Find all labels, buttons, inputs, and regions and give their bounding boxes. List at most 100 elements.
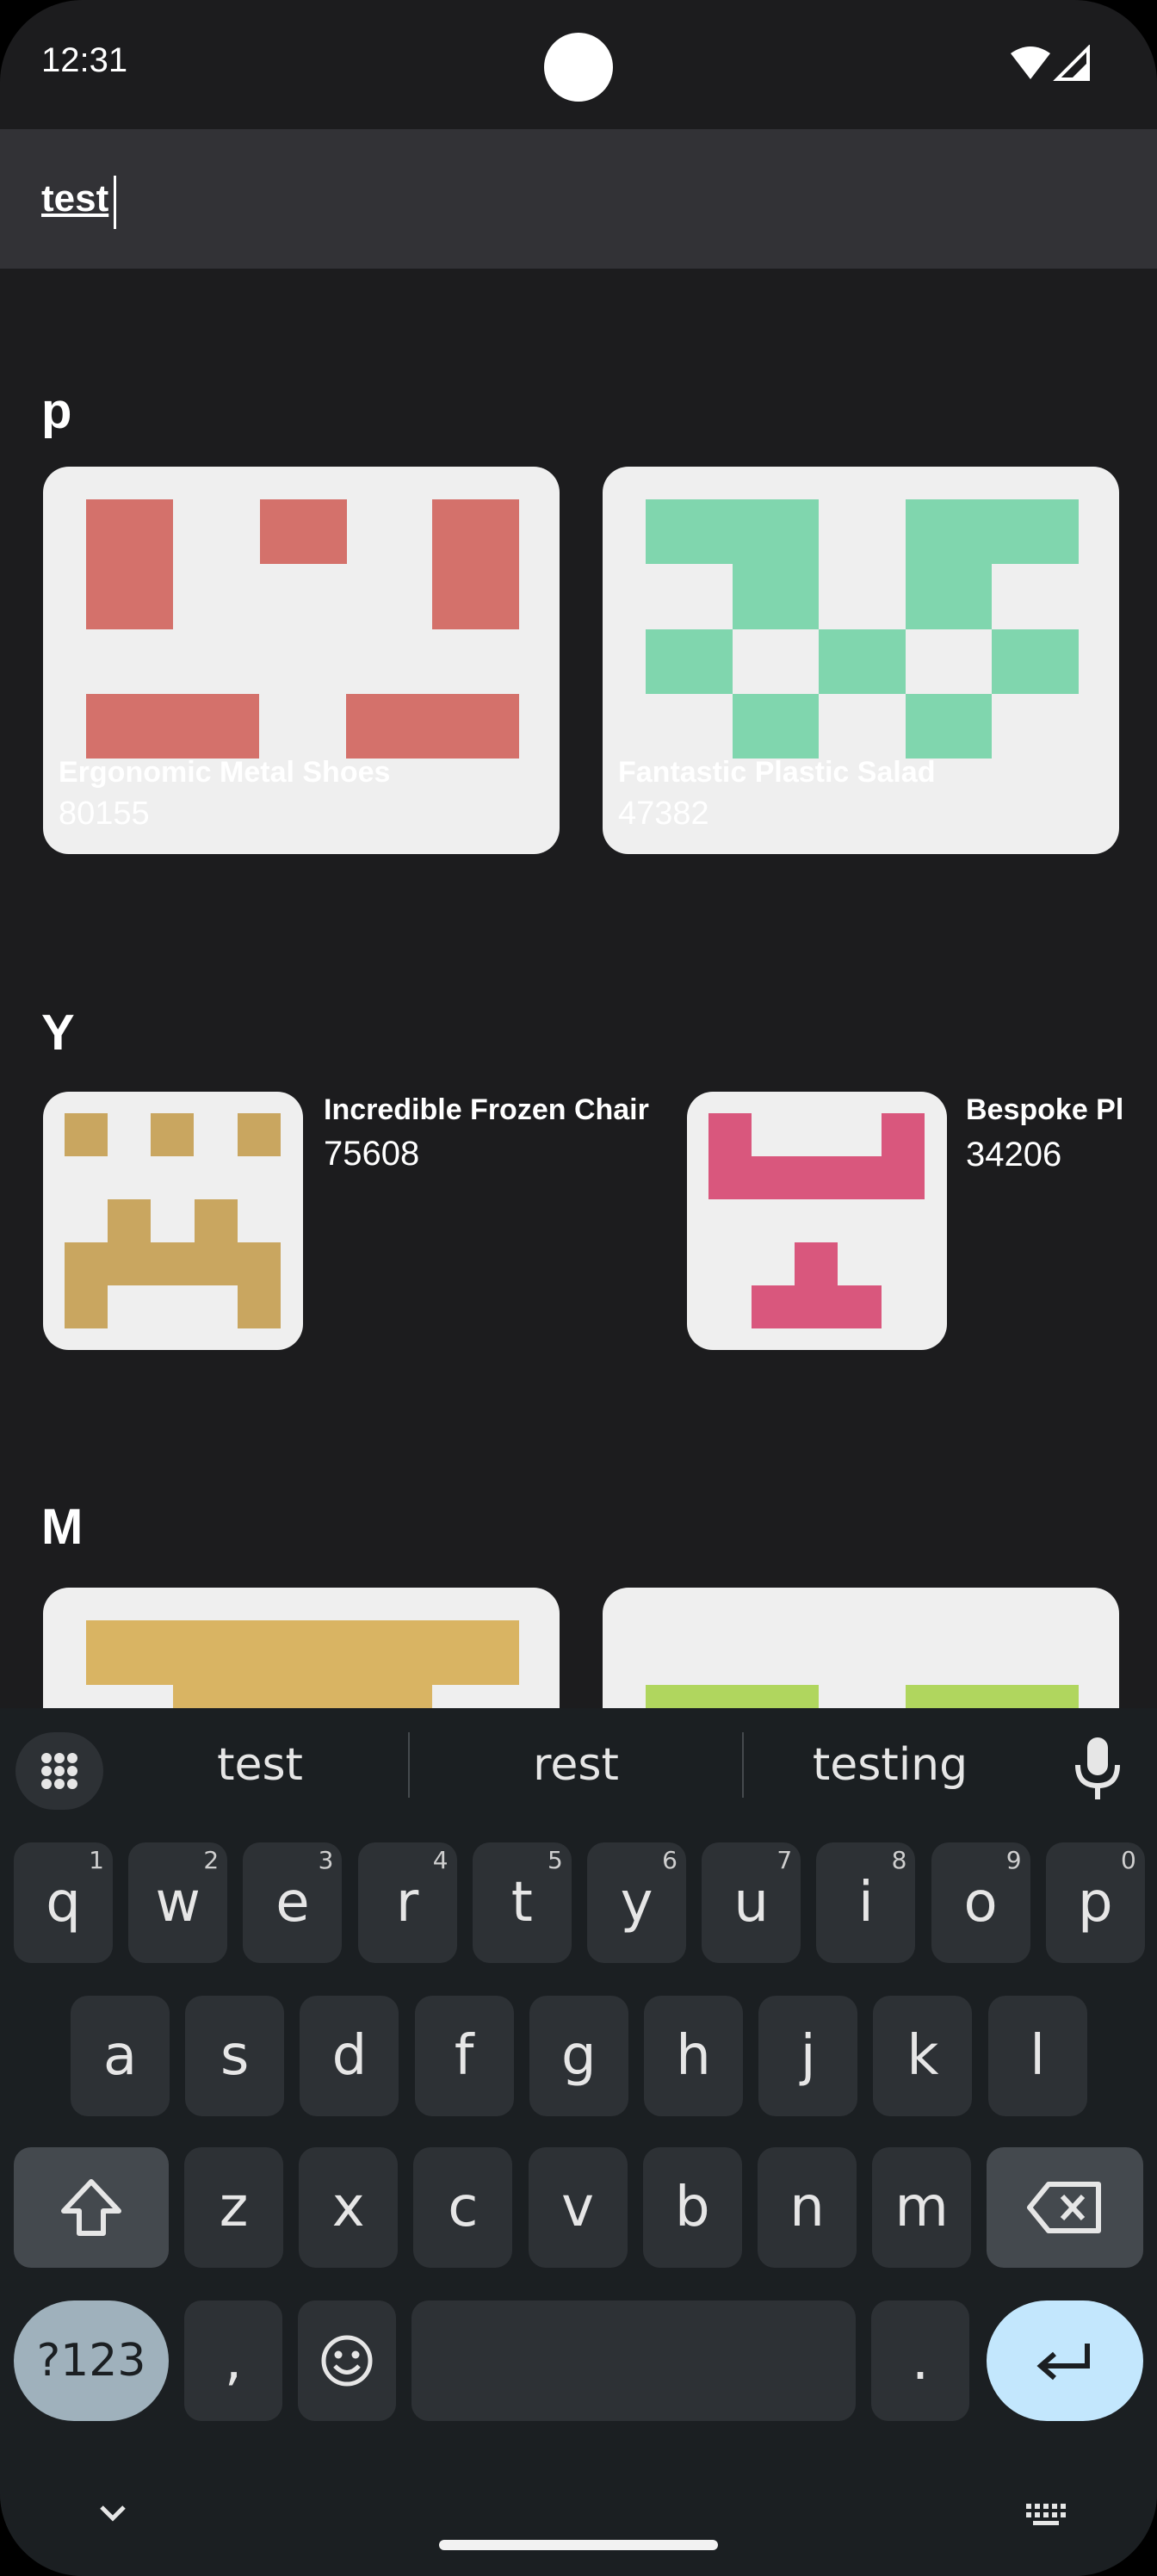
key-e[interactable]: e3 [243,1842,343,1963]
key-q[interactable]: q1 [14,1842,113,1963]
section-label: Y [41,1005,75,1061]
suggestion-1[interactable]: test [112,1731,408,1799]
key-i-label: i [858,1871,874,1935]
key-k[interactable]: k [873,1996,973,2116]
key-t-label: t [510,1871,533,1935]
key-h-label: h [676,2024,711,2088]
key-e-label: e [275,1871,310,1935]
key-x[interactable]: x [299,2147,399,2268]
key-j-label: j [800,2024,816,2088]
key-j[interactable]: j [758,1996,858,2116]
product-number: 34206 [966,1136,1062,1173]
key-b[interactable]: b [642,2147,742,2268]
product-number: 75608 [324,1135,420,1173]
key-n[interactable]: n [758,2147,857,2268]
key-y-hint: 6 [662,1846,677,1874]
key-d[interactable]: d [300,1996,399,2116]
key-o[interactable]: o9 [931,1842,1030,1963]
key-p-label: p [1077,1871,1113,1935]
camera-cutout [544,33,613,102]
key-b-label: b [674,2176,710,2239]
product-image [708,1113,925,1328]
suggestion-2[interactable]: rest [410,1731,742,1799]
search-input[interactable]: test [41,177,108,220]
wifi-icon [1011,46,1050,79]
key-q-hint: 1 [89,1846,104,1874]
status-time: 12:31 [41,41,128,79]
key-z[interactable]: z [184,2147,283,2268]
key-p[interactable]: p0 [1045,1842,1145,1963]
product-name: Bespoke Pl [966,1093,1124,1126]
product-image [65,1113,281,1328]
keyboard-menu-button[interactable] [15,1732,103,1810]
key-i[interactable]: i8 [816,1842,916,1963]
key-v[interactable]: v [528,2147,628,2268]
key-x-label: x [331,2176,365,2239]
key-u-label: u [733,1871,769,1935]
product-thumbnail[interactable] [43,1092,303,1350]
product-name: Ergonomic Metal Shoes [59,756,391,789]
key-h[interactable]: h [644,1996,743,2116]
key-w-label: w [155,1871,201,1935]
key-k-label: k [906,2024,939,2088]
product-number: 47382 [618,796,709,832]
key-c[interactable]: c [413,2147,513,2268]
product-info-clipped: Bespoke Pl 34206 [966,1093,1157,1197]
home-indicator[interactable] [439,2540,718,2550]
hide-keyboard-icon[interactable] [91,2497,134,2531]
key-s-label: s [220,2024,250,2088]
enter-icon [1036,2344,1090,2381]
key-a[interactable]: a [71,1996,170,2116]
suggestion-3[interactable]: testing [744,1731,1036,1799]
key-q-label: q [46,1871,81,1935]
section-label: M [41,1499,84,1555]
space-bar[interactable] [411,2300,856,2421]
key-s[interactable]: s [185,1996,285,2116]
key-r[interactable]: r4 [357,1842,457,1963]
product-card[interactable]: Ergonomic Metal Shoes 80155 [43,467,560,854]
key-a-label: a [102,2024,138,2088]
keyboard [0,1708,1157,2576]
key-l-label: l [1030,2024,1045,2088]
key-g[interactable]: g [529,1996,628,2116]
apps-grid-icon [41,1753,77,1789]
key-w-hint: 2 [203,1846,220,1874]
key-y[interactable]: y6 [587,1842,686,1963]
emoji-key[interactable] [298,2300,396,2421]
comma-key[interactable]: , [184,2300,282,2421]
symbols-key[interactable]: ?123 [14,2300,169,2421]
text-caret [114,176,116,229]
key-m[interactable]: m [872,2147,972,2268]
key-e-hint: 3 [318,1846,334,1874]
key-p-hint: 0 [1120,1846,1136,1874]
key-l[interactable]: l [987,1996,1087,2116]
key-n-label: n [789,2176,825,2239]
section-label: p [41,383,72,439]
key-f[interactable]: f [414,1996,514,2116]
product-card[interactable]: Fantastic Plastic Salad 47382 [603,467,1119,854]
key-d-label: d [331,2024,368,2088]
emoji-icon [321,2335,373,2387]
key-u-hint: 7 [776,1846,793,1874]
microphone-icon[interactable] [1059,1731,1136,1808]
search-bar[interactable] [0,129,1157,269]
key-r-label: r [395,1871,419,1935]
keyboard-switch-icon[interactable] [1021,2497,1073,2531]
key-o-label: o [963,1871,998,1935]
key-r-hint: 4 [432,1846,449,1874]
backspace-icon [1027,2182,1101,2233]
key-u[interactable]: u7 [702,1842,801,1963]
enter-key[interactable] [987,2300,1143,2421]
backspace-key[interactable] [987,2147,1143,2268]
product-name: Incredible Frozen Chair [324,1093,649,1126]
period-key[interactable]: . [871,2300,969,2421]
key-w[interactable]: w2 [128,1842,228,1963]
key-v-label: v [561,2176,595,2239]
key-z-label: z [219,2176,249,2239]
key-t-hint: 5 [547,1846,563,1874]
product-thumbnail[interactable] [687,1092,947,1350]
product-name: Fantastic Plastic Salad [618,756,936,789]
key-t[interactable]: t5 [472,1842,572,1963]
status-icons [1011,45,1090,81]
shift-key[interactable] [14,2147,169,2268]
